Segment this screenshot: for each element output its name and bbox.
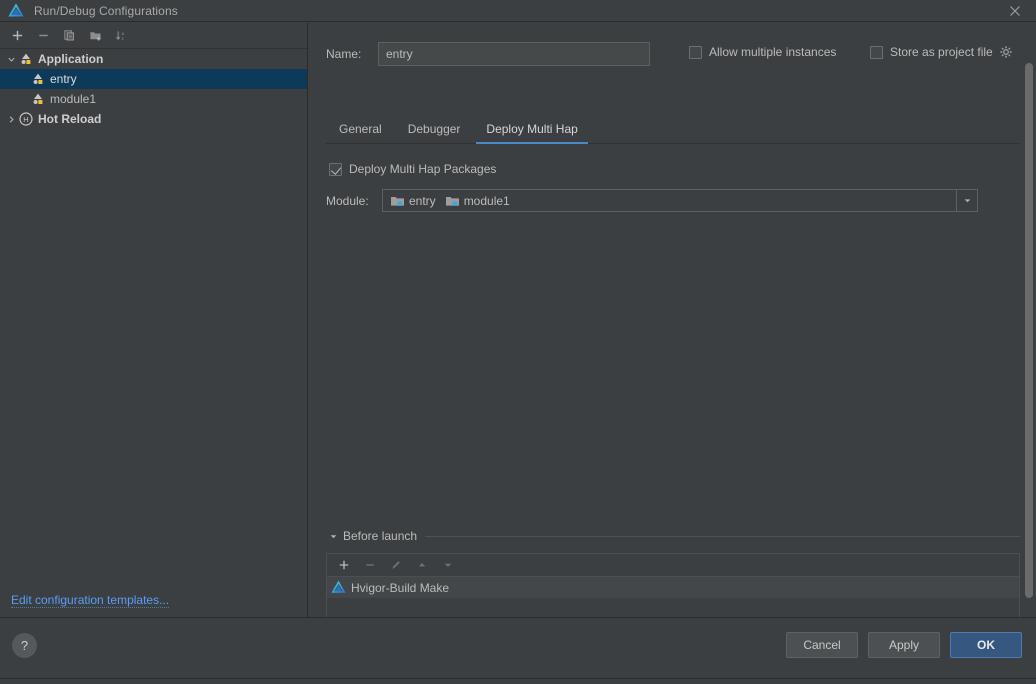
add-configuration-button[interactable] [4,24,30,48]
before-launch-toolbar [327,554,1019,577]
edit-configuration-templates-link[interactable]: Edit configuration templates... [11,593,170,608]
module-folder-icon [445,194,460,208]
window-titlebar: Run/Debug Configurations [0,0,1036,22]
ok-button[interactable]: OK [950,632,1022,658]
before-launch-section: Before launch Hvigor-Build Make [326,527,1020,629]
move-task-down-button[interactable] [435,554,461,576]
hvigor-build-icon [331,580,346,595]
svg-text:H: H [23,115,28,124]
tree-item-entry[interactable]: entry [0,69,307,89]
configuration-tabs: General Debugger Deploy Multi Hap [326,115,1019,144]
cancel-button[interactable]: Cancel [786,632,858,658]
before-launch-title: Before launch [343,529,418,543]
run-debug-configurations-dialog: Run/Debug Configurations a z Application… [0,0,1036,684]
tab-deploy-multi-hap[interactable]: Deploy Multi Hap [473,123,590,144]
svg-text:z: z [121,36,124,41]
tab-general[interactable]: General [326,123,395,143]
folder-add-icon[interactable] [82,24,108,48]
configurations-sidebar: a z Application entry module1 H Hot Relo… [0,23,308,617]
checkbox-label: Store as project file [890,45,993,59]
copy-configuration-button[interactable] [56,24,82,48]
add-task-button[interactable] [331,554,357,576]
chevron-down-icon[interactable] [956,190,977,211]
module-chip-label: entry [409,193,436,208]
checkbox-box[interactable] [689,45,702,59]
checkbox-label: Deploy Multi Hap Packages [349,162,497,176]
configurations-tree: Application entry module1 H Hot Reload [0,49,307,129]
list-item[interactable]: Hvigor-Build Make [327,577,1019,598]
configuration-editor-panel: Name: Allow multiple instances Store as … [309,23,1036,629]
deveco-studio-logo-icon [8,2,24,19]
move-task-up-button[interactable] [409,554,435,576]
sidebar-toolbar: a z [0,23,307,49]
module-chip-label: module1 [463,193,510,208]
tree-item-application[interactable]: Application [0,49,307,69]
pencil-icon[interactable] [383,554,409,576]
window-footer-strip [0,678,1036,684]
tree-item-label: Hot Reload [38,112,102,126]
checkbox-label: Allow multiple instances [709,45,837,59]
module-row: Module: entry module1 [326,189,978,212]
svg-text:a: a [121,31,124,36]
before-launch-header[interactable]: Before launch [326,527,1020,545]
section-divider [425,535,1020,537]
hot-reload-icon: H [18,111,34,127]
editor-scrollbar-thumb[interactable] [1025,63,1033,598]
dialog-footer: ? Cancel Apply OK [0,617,1036,678]
tree-item-label: entry [50,72,77,86]
module-select-value: entry module1 [383,194,510,208]
deploy-multi-hap-packages-checkbox[interactable]: Deploy Multi Hap Packages [329,162,496,176]
remove-task-button[interactable] [357,554,383,576]
checkbox-box[interactable] [329,162,342,176]
chevron-right-icon[interactable] [4,109,18,129]
caret-down-icon[interactable] [326,529,340,543]
close-icon[interactable] [998,0,1032,22]
allow-multiple-instances-checkbox[interactable]: Allow multiple instances [689,45,836,59]
module-chip: module1 [445,194,510,208]
apply-button[interactable]: Apply [868,632,940,658]
checkbox-box[interactable] [870,45,883,59]
name-input[interactable] [378,42,650,66]
name-row: Name: [326,42,650,66]
application-module-icon [18,51,34,67]
store-as-project-file-checkbox[interactable]: Store as project file [870,45,1013,59]
module-label: Module: [326,193,369,208]
sort-alphabetically-icon[interactable]: a z [108,24,134,48]
tree-item-label: module1 [50,92,97,106]
window-title: Run/Debug Configurations [34,3,178,18]
application-module-icon [30,91,46,107]
module-chip: entry [390,194,436,208]
chevron-down-icon[interactable] [4,49,18,69]
footer-button-group: Cancel Apply OK [786,632,1022,658]
application-module-icon [30,71,46,87]
remove-configuration-button[interactable] [30,24,56,48]
tab-debugger[interactable]: Debugger [395,123,474,143]
tree-item-label: Application [38,52,104,66]
module-select[interactable]: entry module1 [382,189,978,212]
gear-icon[interactable] [999,45,1013,59]
name-label: Name: [326,47,362,61]
tree-item-module1[interactable]: module1 [0,89,307,109]
module-folder-icon [390,194,405,208]
list-item-label: Hvigor-Build Make [351,580,450,595]
help-button[interactable]: ? [12,633,37,658]
tree-item-hot-reload[interactable]: H Hot Reload [0,109,307,129]
